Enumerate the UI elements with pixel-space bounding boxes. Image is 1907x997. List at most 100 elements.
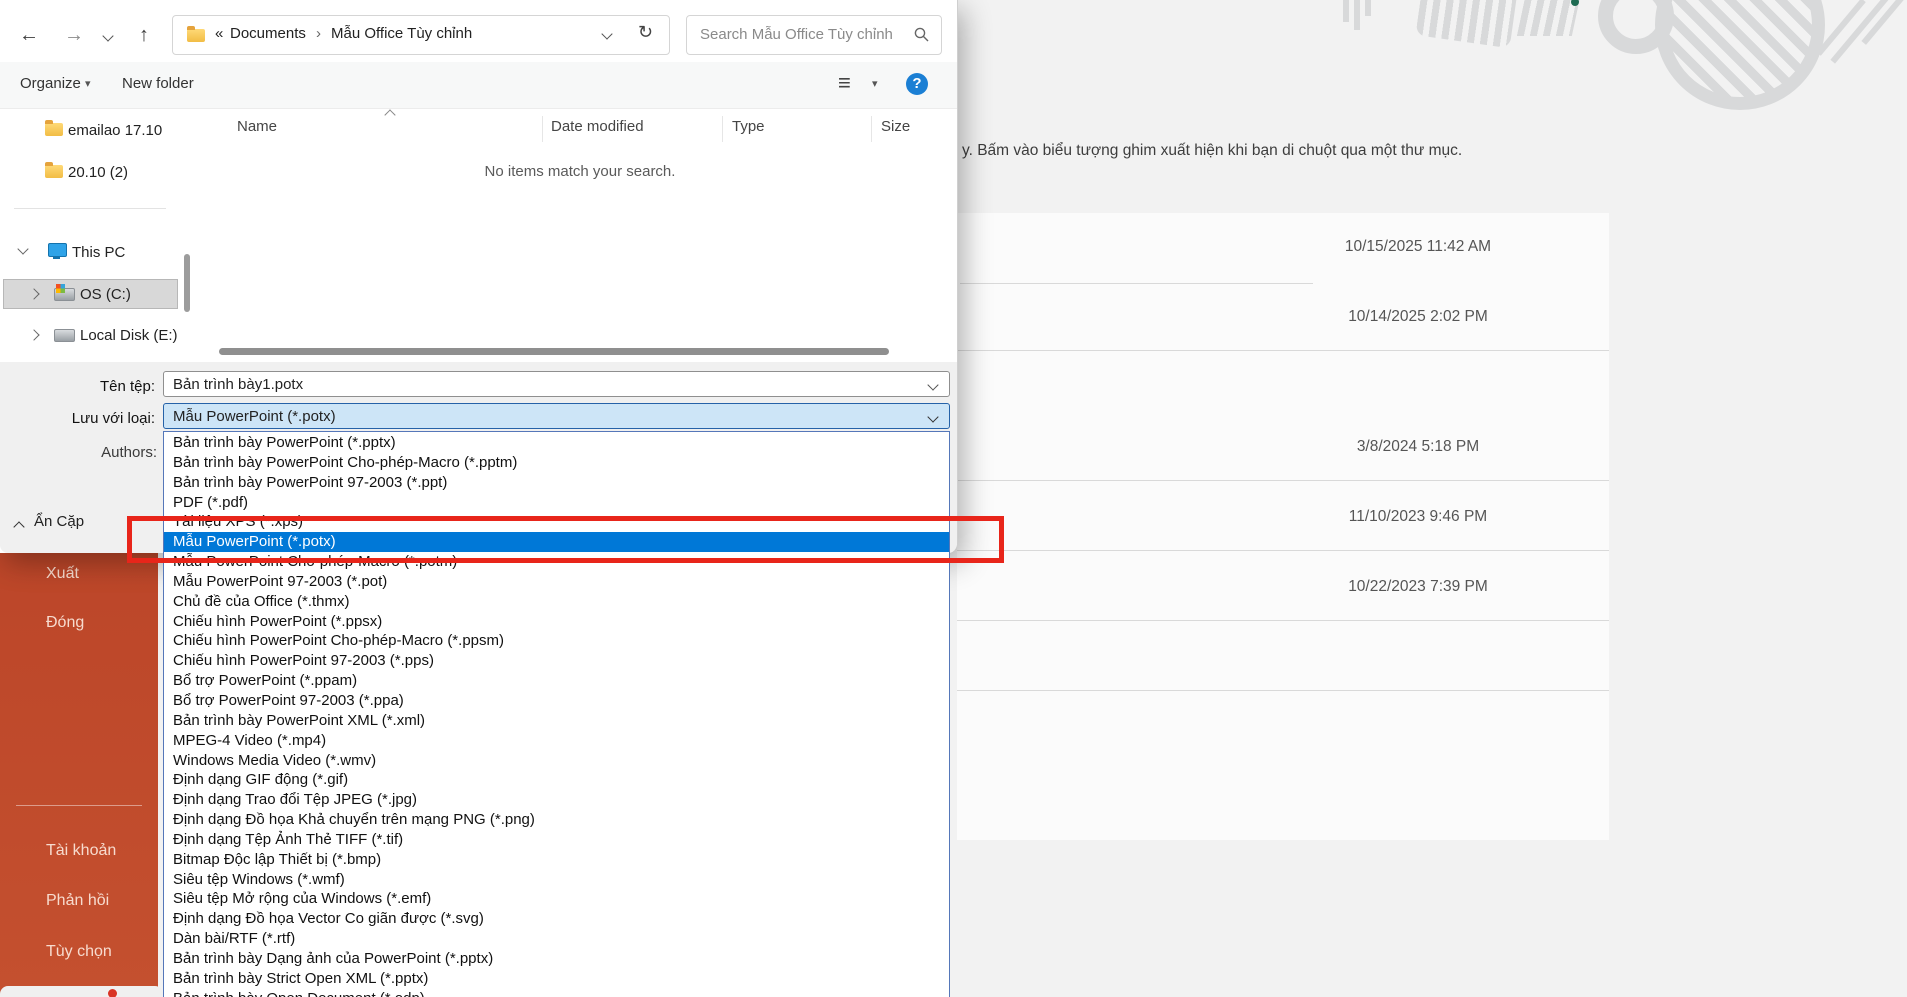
filetype-option[interactable]: Siêu tệp Windows (*.wmf) xyxy=(164,870,949,890)
breadcrumb-item-documents[interactable]: Documents xyxy=(230,25,306,42)
filetype-option[interactable]: Định dạng Trao đổi Tệp JPEG (*.jpg) xyxy=(164,790,949,810)
column-header-type[interactable]: Type xyxy=(732,118,765,135)
address-dropdown-chevron-icon[interactable] xyxy=(601,28,612,39)
sidebar-item-export[interactable]: Xuất xyxy=(46,565,79,583)
decorative-striped-hexagon-icon xyxy=(1415,0,1519,48)
sidebar-item-options[interactable]: Tùy chọn xyxy=(46,943,112,961)
organize-button[interactable]: Organize xyxy=(20,75,81,92)
powerpoint-dot-icon xyxy=(108,989,117,997)
dialog-toolbar: Organize ▾ New folder ≡ ▾ ? xyxy=(0,62,957,109)
filetype-value: Mẫu PowerPoint (*.potx) xyxy=(173,408,336,425)
tree-item-emailao[interactable]: emailao 17.10 xyxy=(68,122,162,139)
column-header-name[interactable]: Name xyxy=(237,118,277,135)
tree-item-local-disk-e[interactable]: Local Disk (E:) xyxy=(80,327,178,344)
up-button[interactable]: ↑ xyxy=(139,24,149,47)
filetype-option[interactable]: Windows Media Video (*.wmv) xyxy=(164,751,949,771)
search-box[interactable]: Search Mẫu Office Tùy chỉnh xyxy=(686,15,942,55)
filename-chevron-icon[interactable] xyxy=(927,379,938,390)
file-row-separator xyxy=(957,350,1609,351)
this-pc-icon xyxy=(48,243,67,257)
decorative-bar-icon xyxy=(1365,0,1371,16)
filetype-option[interactable]: MPEG-4 Video (*.mp4) xyxy=(164,731,949,751)
hide-folders-chevron-icon xyxy=(13,521,24,532)
expander-right-icon[interactable] xyxy=(28,329,39,340)
decorative-striped-circle-icon xyxy=(1655,0,1825,110)
file-row-separator xyxy=(957,620,1609,621)
organize-caret-icon: ▾ xyxy=(85,77,91,90)
filetype-option[interactable]: Bản trình bày PowerPoint 97-2003 (*.ppt) xyxy=(164,473,949,493)
view-list-icon[interactable]: ≡ xyxy=(838,70,851,96)
filetype-option[interactable]: PDF (*.pdf) xyxy=(164,493,949,513)
filetype-combobox[interactable]: Mẫu PowerPoint (*.potx) xyxy=(163,403,950,429)
authors-label: Authors: xyxy=(57,444,157,461)
file-row-separator xyxy=(957,550,1609,551)
tree-item-2010[interactable]: 20.10 (2) xyxy=(68,164,128,181)
filetype-option[interactable]: Chiếu hình PowerPoint (*.ppsx) xyxy=(164,612,949,632)
folder-icon xyxy=(45,165,63,178)
sidebar-item-close[interactable]: Đóng xyxy=(46,614,84,632)
filetype-option[interactable]: Siêu tệp Mở rộng của Windows (*.emf) xyxy=(164,889,949,909)
filetype-option[interactable]: Bản trình bày Dạng ảnh của PowerPoint (*… xyxy=(164,949,949,969)
search-input[interactable]: Search Mẫu Office Tùy chỉnh xyxy=(700,26,893,43)
filetype-label: Lưu với loại: xyxy=(20,410,155,427)
expander-down-icon[interactable] xyxy=(17,243,28,254)
filename-input[interactable]: Bản trình bày1.potx xyxy=(163,371,950,397)
backstage-file-list xyxy=(957,213,1609,840)
filetype-option[interactable]: Chiếu hình PowerPoint 97-2003 (*.pps) xyxy=(164,651,949,671)
filetype-chevron-icon[interactable] xyxy=(927,411,938,422)
filename-label: Tên tệp: xyxy=(40,378,155,395)
filetype-option[interactable]: Bitmap Độc lập Thiết bị (*.bmp) xyxy=(164,850,949,870)
sidebar-item-feedback[interactable]: Phản hồi xyxy=(46,892,109,910)
column-header-size[interactable]: Size xyxy=(881,118,910,135)
os-drive-icon xyxy=(54,288,75,301)
filetype-option[interactable]: Bổ trợ PowerPoint 97-2003 (*.ppa) xyxy=(164,691,949,711)
column-separator[interactable] xyxy=(871,116,872,142)
filetype-option[interactable]: Bản trình bày PowerPoint (*.pptx) xyxy=(164,433,949,453)
recent-locations-chevron-icon[interactable] xyxy=(102,30,113,41)
filetype-option[interactable]: Bản trình bày Strict Open XML (*.pptx) xyxy=(164,969,949,989)
back-button[interactable]: ← xyxy=(19,24,39,47)
column-separator[interactable] xyxy=(722,116,723,142)
filename-value: Bản trình bày1.potx xyxy=(173,376,303,393)
breadcrumb-item-current-folder[interactable]: Mẫu Office Tùy chỉnh xyxy=(331,25,472,42)
folder-icon xyxy=(45,123,63,136)
filetype-option[interactable]: Định dạng Đồ họa Khả chuyển trên mạng PN… xyxy=(164,810,949,830)
filetype-option[interactable]: Mẫu PowerPoint 97-2003 (*.pot) xyxy=(164,572,949,592)
empty-list-message: No items match your search. xyxy=(380,163,780,180)
breadcrumb-prefix: « xyxy=(215,25,223,42)
horizontal-scrollbar[interactable] xyxy=(219,348,889,355)
file-date-modified: 10/14/2025 2:02 PM xyxy=(1330,308,1506,326)
filetype-option[interactable]: Bản trình bày PowerPoint Cho-phép-Macro … xyxy=(164,453,949,473)
search-icon xyxy=(914,27,929,42)
filetype-option[interactable]: Bản trình bày Open Document (*.odp) xyxy=(164,989,949,997)
tree-item-os-c[interactable]: OS (C:) xyxy=(80,286,131,303)
file-row-separator xyxy=(957,480,1609,481)
hide-folders-button[interactable]: Ẩn Cặp xyxy=(34,513,84,530)
refresh-icon[interactable]: ↻ xyxy=(638,22,653,43)
filetype-option[interactable]: Bản trình bày PowerPoint XML (*.xml) xyxy=(164,711,949,731)
address-bar[interactable]: « Documents › Mẫu Office Tùy chỉnh ↻ xyxy=(172,15,670,55)
file-row-separator xyxy=(960,283,1313,284)
sidebar-item-account[interactable]: Tài khoản xyxy=(46,842,116,860)
file-date-modified: 10/15/2025 11:42 AM xyxy=(1330,238,1506,256)
backstage-sidebar: Xuất Đóng Tài khoản Phản hồi Tùy chọn xyxy=(0,553,158,997)
annotation-red-rectangle xyxy=(127,516,1004,563)
local-disk-icon xyxy=(54,329,75,342)
tree-item-this-pc[interactable]: This PC xyxy=(72,244,125,261)
tree-scrollbar[interactable] xyxy=(184,254,190,312)
column-header-date-modified[interactable]: Date modified xyxy=(551,118,644,135)
filetype-option[interactable]: Dàn bài/RTF (*.rtf) xyxy=(164,929,949,949)
filetype-option[interactable]: Định dạng Tệp Ảnh Thẻ TIFF (*.tif) xyxy=(164,830,949,850)
column-separator[interactable] xyxy=(542,116,543,142)
filetype-option[interactable]: Định dạng GIF động (*.gif) xyxy=(164,770,949,790)
screen: y. Bấm vào biểu tượng ghim xuất hiện khi… xyxy=(0,0,1907,997)
filetype-option[interactable]: Định dạng Đồ họa Vector Co giãn được (*.… xyxy=(164,909,949,929)
file-date-modified: 10/22/2023 7:39 PM xyxy=(1330,578,1506,596)
view-caret-icon[interactable]: ▾ xyxy=(872,77,878,90)
filetype-option[interactable]: Chủ đề của Office (*.thmx) xyxy=(164,592,949,612)
help-icon[interactable]: ? xyxy=(906,73,928,95)
forward-button[interactable]: → xyxy=(64,24,84,47)
new-folder-button[interactable]: New folder xyxy=(122,75,194,92)
filetype-option[interactable]: Chiếu hình PowerPoint Cho-phép-Macro (*.… xyxy=(164,631,949,651)
filetype-option[interactable]: Bổ trợ PowerPoint (*.ppam) xyxy=(164,671,949,691)
